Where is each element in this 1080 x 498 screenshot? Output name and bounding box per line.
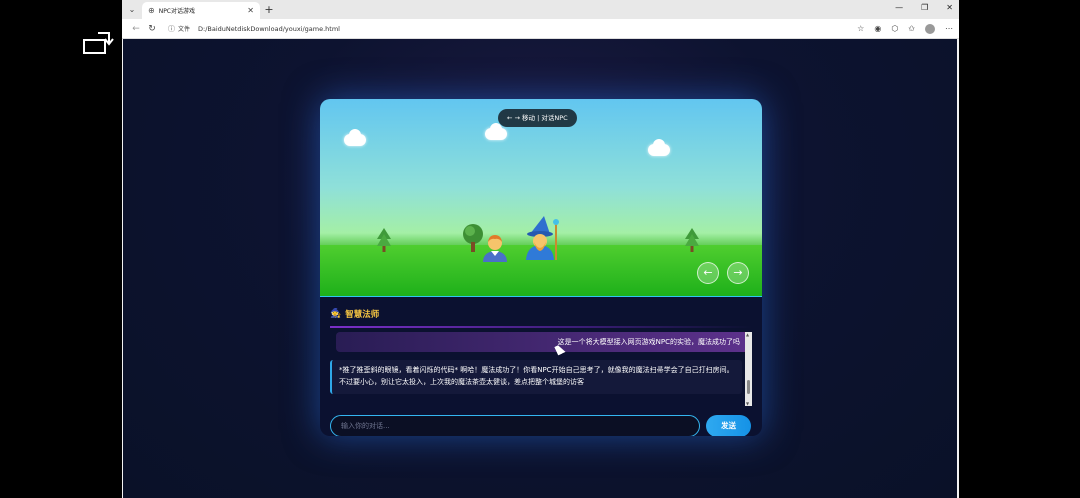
star-icon[interactable]: ☆ bbox=[857, 24, 864, 33]
address-bar: ← ↻ ⓘ 文件 D:/BaiduNetdiskDownload/youxi/g… bbox=[122, 19, 959, 39]
new-tab-button[interactable]: + bbox=[260, 3, 278, 16]
tab-active[interactable]: ⊕ NPC对话游戏 ✕ bbox=[142, 2, 260, 19]
scroll-thumb[interactable] bbox=[747, 380, 750, 394]
tab-title: NPC对话游戏 bbox=[158, 8, 195, 15]
scroll-down-icon[interactable]: ▼ bbox=[746, 401, 749, 406]
window-controls: — ❐ ✕ bbox=[895, 3, 953, 12]
avatar-icon[interactable] bbox=[925, 23, 935, 34]
boy-player-icon[interactable] bbox=[480, 232, 510, 262]
cloud-icon bbox=[485, 123, 507, 140]
info-icon[interactable]: ⓘ bbox=[168, 24, 175, 34]
message-scrollbar[interactable]: ▲ ▼ bbox=[745, 332, 752, 406]
favorites-icon[interactable]: ✩ bbox=[908, 24, 915, 33]
message-list[interactable]: 这是一个将大模型接入网页游戏NPC的实验，魔法成功了吗 *推了推歪斜的眼镜，看着… bbox=[330, 332, 752, 406]
input-row: 发送 bbox=[330, 415, 752, 436]
globe-icon: ⊕ bbox=[148, 6, 155, 15]
browser-window: ⌄ ⊕ NPC对话游戏 ✕ + — ❐ ✕ ← ↻ ⓘ 文件 D:/BaiduN… bbox=[122, 0, 959, 498]
dialog-panel: 🧙 智慧法师 这是一个将大模型接入网页游戏NPC的实验，魔法成功了吗 *推了推歪… bbox=[320, 296, 762, 436]
chat-input[interactable] bbox=[330, 415, 700, 436]
cloud-icon bbox=[344, 129, 366, 146]
rotate-screen-icon[interactable] bbox=[82, 30, 114, 56]
back-arrow-icon[interactable]: ← bbox=[128, 24, 144, 34]
toolbar-icons: ☆ ◉ ⬡ ✩ ⋯ bbox=[857, 23, 953, 34]
wizard-badge-icon: 🧙 bbox=[330, 309, 342, 319]
tab-bar: ⌄ ⊕ NPC对话游戏 ✕ + — ❐ ✕ bbox=[122, 0, 959, 19]
cloud-icon bbox=[648, 139, 670, 156]
close-tab-icon[interactable]: ✕ bbox=[247, 6, 254, 15]
user-message: 这是一个将大模型接入网页游戏NPC的实验，魔法成功了吗 bbox=[336, 332, 748, 352]
tab-list-chevron-icon[interactable]: ⌄ bbox=[122, 5, 142, 14]
address-label: 文件 bbox=[178, 26, 191, 33]
npc-message: *推了推歪斜的眼镜，看着闪烁的代码* 啊哈！魔法成功了！你看NPC开始自己思考了… bbox=[330, 360, 742, 394]
game-scene: ← → 移动 | 对话NPC ← → bbox=[320, 99, 762, 296]
tree-icon bbox=[685, 228, 699, 252]
game-container: ← → 移动 | 对话NPC ← → 🧙 智慧法师 这是一个将大模型接入网页游戏… bbox=[320, 99, 762, 436]
move-left-button[interactable]: ← bbox=[697, 262, 719, 284]
npc-header: 🧙 智慧法师 bbox=[330, 305, 752, 323]
move-right-button[interactable]: → bbox=[727, 262, 749, 284]
header-divider bbox=[330, 326, 752, 328]
collections-icon[interactable]: ◉ bbox=[874, 24, 881, 33]
refresh-icon[interactable]: ↻ bbox=[144, 24, 160, 34]
page-content: ← → 移动 | 对话NPC ← → 🧙 智慧法师 这是一个将大模型接入网页游戏… bbox=[123, 39, 957, 498]
restore-icon[interactable]: ❐ bbox=[921, 3, 928, 12]
puzzle-icon[interactable]: ⬡ bbox=[891, 24, 898, 33]
tree-icon bbox=[377, 228, 391, 252]
scroll-up-icon[interactable]: ▲ bbox=[746, 332, 749, 337]
close-window-icon[interactable]: ✕ bbox=[946, 3, 953, 12]
minimize-icon[interactable]: — bbox=[895, 3, 903, 12]
more-icon[interactable]: ⋯ bbox=[945, 24, 953, 33]
send-button[interactable]: 发送 bbox=[706, 415, 751, 436]
controls-hint: ← → 移动 | 对话NPC bbox=[498, 109, 577, 127]
url-field[interactable]: D:/BaiduNetdiskDownload/youxi/game.html bbox=[198, 25, 857, 33]
wizard-npc-icon[interactable] bbox=[524, 216, 560, 260]
npc-name: 智慧法师 bbox=[345, 310, 380, 320]
